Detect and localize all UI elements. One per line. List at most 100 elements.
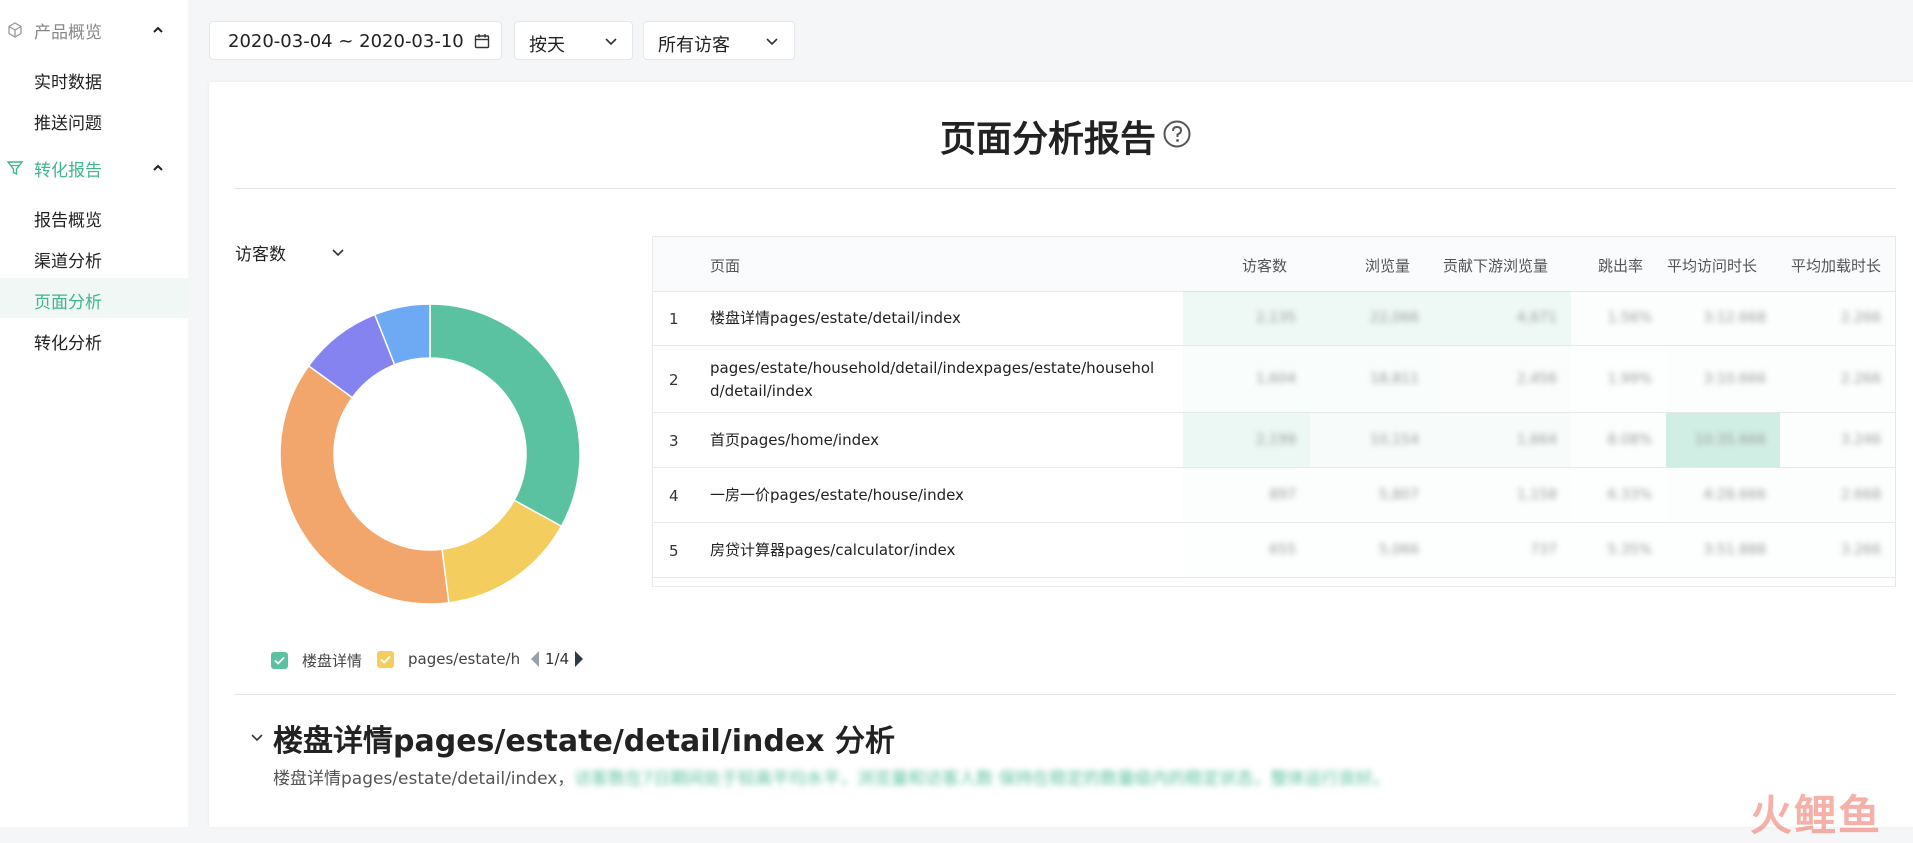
metric-value: 4:28.666: [1703, 486, 1766, 503]
table-row[interactable]: 2 pages/estate/household/detail/indexpage…: [653, 346, 1895, 413]
date-range-value: 2020-03-04 ~ 2020-03-10: [228, 31, 464, 52]
row-page-name: pages/estate/household/detail/indexpages…: [710, 358, 1155, 400]
table-row[interactable]: 5 房贷计算器pages/calculator/index 655 5,066 737 5…: [653, 523, 1895, 578]
table-row[interactable]: 3 首页pages/home/index 2,199 10,154 1,664 8.08%…: [653, 413, 1895, 468]
row-metric-cell: 1.99%: [1571, 346, 1666, 412]
legend-page: 1/4: [545, 650, 570, 668]
page-title: 页面分析报告: [940, 119, 1157, 160]
metric-value: 5,066: [1378, 541, 1419, 558]
row-metric-cell: 1,604: [1183, 346, 1310, 412]
chevron-down-icon: [605, 38, 617, 46]
checkbox-checked-icon[interactable]: [271, 652, 288, 669]
donut-slice-0[interactable]: [429, 303, 581, 528]
date-range-picker[interactable]: 2020-03-04 ~ 2020-03-10: [209, 21, 502, 60]
row-metric-cell: 1,158: [1433, 468, 1571, 522]
sidebar-group-product-overview[interactable]: 产品概览: [0, 10, 188, 50]
row-index: 4: [669, 486, 679, 505]
row-metric-cell: 3:10.666: [1666, 346, 1780, 412]
header-avg-visit-duration[interactable]: 平均访问时长: [1667, 255, 1757, 276]
metric-value: 655: [1269, 541, 1296, 558]
row-metric-cell: 897: [1183, 468, 1310, 522]
header-avg-load-time[interactable]: 平均加载时长: [1791, 255, 1881, 276]
metric-value: 1,158: [1516, 486, 1557, 503]
metric-value: 2,456: [1516, 370, 1557, 387]
row-metric-cell: 10:35.666: [1666, 413, 1780, 467]
row-page-name: 房贷计算器pages/calculator/index: [710, 541, 956, 559]
metric-value: 737: [1530, 541, 1557, 558]
sidebar-item-channel-analysis[interactable]: 渠道分析: [0, 237, 188, 277]
help-icon[interactable]: [1162, 119, 1192, 149]
caret-right-icon[interactable]: [573, 650, 585, 668]
header-page: 页面: [710, 257, 741, 275]
chevron-up-icon: [153, 26, 163, 33]
sidebar-item-label: 实时数据: [34, 73, 102, 93]
page-table: 页面 访客数 浏览量 贡献下游浏览量 跳出率 平均访问时长 平均加载时长 1 楼盘…: [652, 236, 1896, 587]
metric-select[interactable]: 访客数: [235, 240, 286, 265]
row-metric-cell: 2.668: [1780, 468, 1895, 522]
row-metric-cell: 2,135: [1183, 291, 1310, 345]
visitor-filter-value: 所有访客: [658, 35, 730, 56]
table-row[interactable]: 4 一房一价pages/estate/house/index 897 5,807 1,1…: [653, 468, 1895, 523]
legend-item-0[interactable]: 楼盘详情: [271, 650, 362, 671]
metric-value: 1.99%: [1607, 370, 1652, 387]
section-description: 楼盘详情pages/estate/detail/index，访客数在7日期间处于…: [273, 764, 1390, 789]
row-metric-cell: 2.266: [1780, 346, 1895, 412]
sidebar-item-push-issues[interactable]: 推送问题: [0, 99, 188, 139]
metric-value: 3:51.888: [1703, 541, 1766, 558]
row-page-name: 首页pages/home/index: [710, 431, 879, 449]
metric-value: 4,671: [1516, 309, 1557, 326]
sidebar-group-label: 转化报告: [34, 160, 102, 181]
metric-value: 2.266: [1840, 309, 1881, 326]
header-bounce-rate[interactable]: 跳出率: [1598, 255, 1643, 276]
metric-value: 5.35%: [1607, 541, 1652, 558]
table-header: 页面 访客数 浏览量 贡献下游浏览量 跳出率 平均访问时长 平均加载时长: [653, 237, 1895, 292]
sidebar-item-label: 转化分析: [34, 334, 102, 354]
header-pageviews[interactable]: 浏览量: [1365, 255, 1410, 276]
row-index: 5: [669, 541, 679, 560]
section-desc-blurred: 访客数在7日期间处于较高平均水平，浏览量和访客人数 保持在稳定的数量级内的稳定状…: [574, 769, 1390, 789]
row-metric-cell: 3:12.668: [1666, 291, 1780, 345]
chevron-down-icon[interactable]: [330, 244, 346, 260]
metric-value: 18,811: [1370, 370, 1419, 387]
metric-value: 897: [1269, 486, 1296, 503]
sidebar-item-page-analysis[interactable]: 页面分析: [0, 278, 188, 318]
cube-icon: [8, 22, 22, 38]
collapse-chevron-icon[interactable]: [249, 729, 265, 745]
metric-value: 3:10.666: [1703, 370, 1766, 387]
row-metric-cell: 3:51.888: [1666, 523, 1780, 577]
header-downstream-pageviews[interactable]: 贡献下游浏览量: [1443, 255, 1548, 276]
metric-value: 3.246: [1840, 431, 1881, 448]
donut-slice-2[interactable]: [279, 364, 450, 605]
checkbox-checked-icon[interactable]: [377, 650, 394, 668]
chevron-down-icon: [766, 38, 778, 46]
table-row[interactable]: 1 楼盘详情pages/estate/detail/index 2,135 22,06…: [653, 291, 1895, 346]
sidebar-item-report-overview[interactable]: 报告概览: [0, 196, 188, 236]
donut-slice-1[interactable]: [441, 499, 563, 604]
row-metric-cell: 3.246: [1780, 413, 1895, 467]
sidebar-item-conversion-analysis[interactable]: 转化分析: [0, 319, 188, 359]
row-metric-cell: 2,199: [1183, 413, 1310, 467]
legend-label: pages/estate/h: [408, 650, 521, 668]
sidebar: 产品概览 实时数据 推送问题 转化报告 报告概览 渠道分析 页面分析 转化分析: [0, 0, 188, 827]
row-index: 1: [669, 309, 679, 328]
donut-chart: [279, 303, 581, 605]
legend-item-1[interactable]: pages/estate/h: [377, 650, 520, 668]
row-metric-cell: 10,154: [1310, 413, 1433, 467]
caret-left-icon[interactable]: [529, 650, 541, 668]
metric-value: 10:35.666: [1694, 431, 1766, 448]
header-visitors[interactable]: 访客数: [1242, 255, 1287, 276]
visitor-filter-select[interactable]: 所有访客: [643, 21, 795, 60]
legend-label: 楼盘详情: [302, 652, 363, 670]
sidebar-item-label: 页面分析: [34, 293, 102, 313]
row-metric-cell: 1.56%: [1571, 291, 1666, 345]
sidebar-group-label: 产品概览: [34, 22, 102, 43]
metric-value: 22,066: [1370, 309, 1419, 326]
metric-value: 6.33%: [1607, 486, 1652, 503]
sidebar-item-realtime[interactable]: 实时数据: [0, 58, 188, 98]
granularity-select[interactable]: 按天: [514, 21, 633, 60]
section-desc-prefix: 楼盘详情pages/estate/detail/index，: [273, 769, 575, 789]
metric-value: 3.266: [1840, 541, 1881, 558]
sidebar-item-label: 渠道分析: [34, 252, 102, 272]
row-metric-cell: 5.35%: [1571, 523, 1666, 577]
sidebar-group-conversion-report[interactable]: 转化报告: [0, 148, 188, 188]
